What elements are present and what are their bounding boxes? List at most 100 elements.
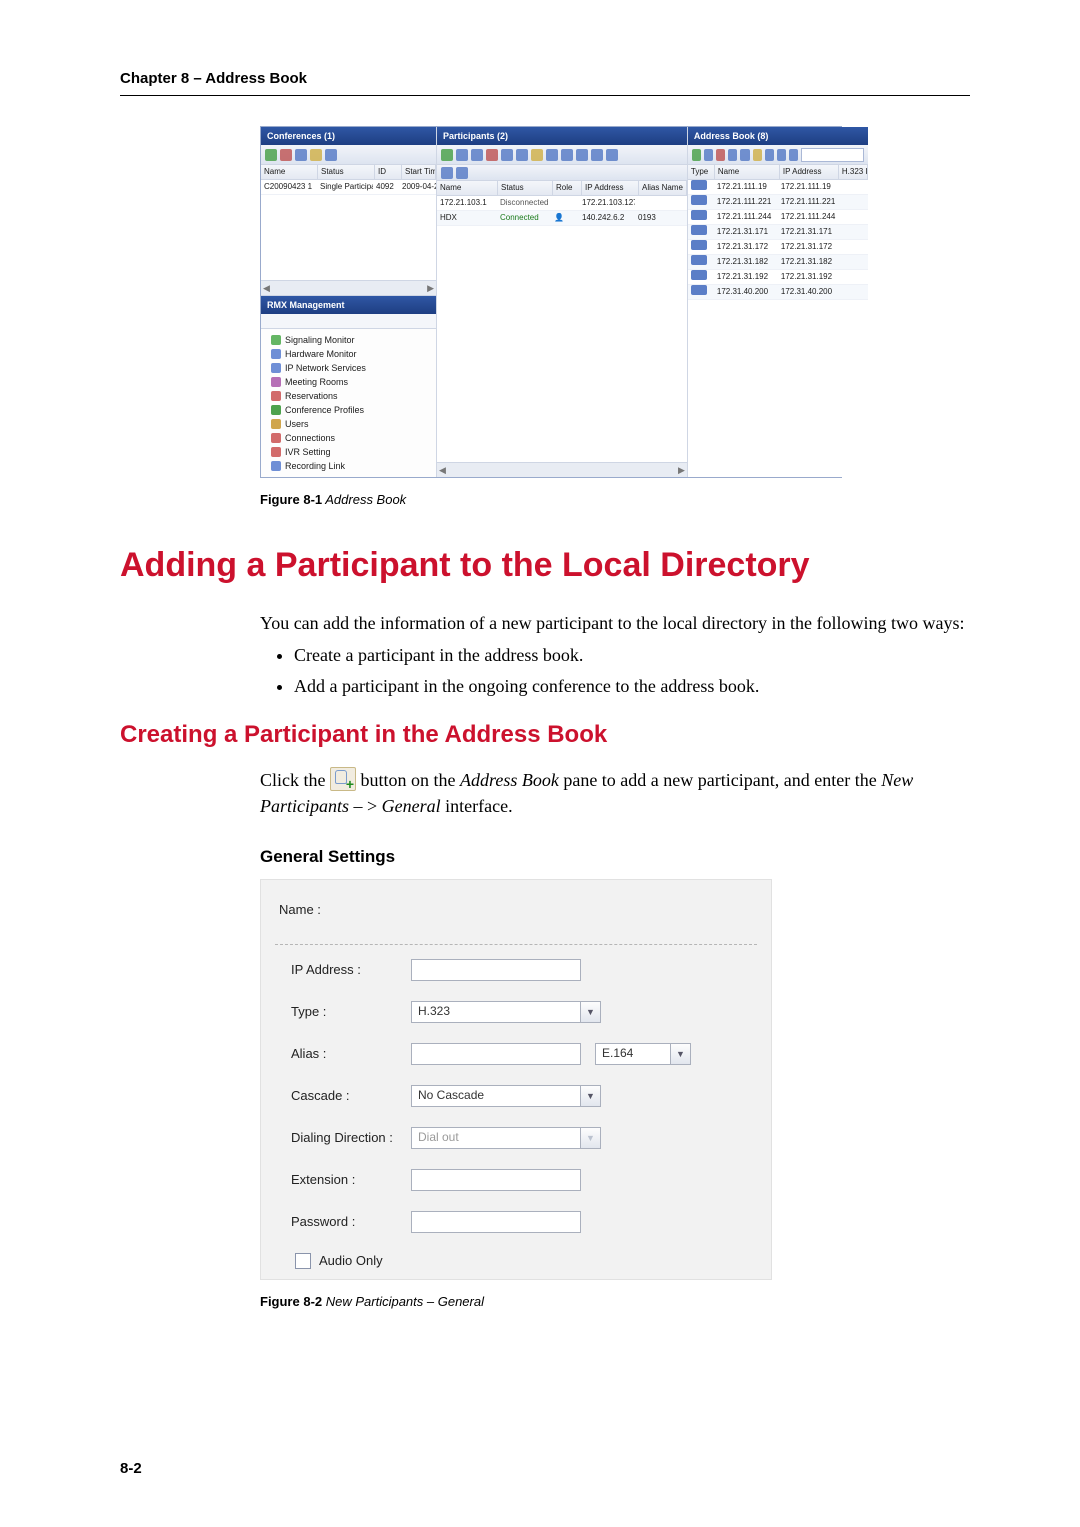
chevron-down-icon[interactable]: ▼	[581, 1085, 601, 1107]
toolbar-icon[interactable]	[728, 149, 737, 161]
participants-body: 172.21.103.1Disconnected172.21.103.127HD…	[437, 196, 687, 462]
form-row-ip: IP Address :	[261, 949, 771, 991]
rmx-item[interactable]: Conference Profiles	[263, 403, 434, 417]
toolbar-icon[interactable]	[753, 149, 762, 161]
participants-pane-header: Participants (2)	[437, 127, 687, 145]
rmx-item-label: Connections	[285, 431, 335, 446]
rmx-item-icon	[271, 419, 281, 429]
password-input[interactable]	[411, 1211, 581, 1233]
alias-label: Alias :	[291, 1046, 411, 1061]
toolbar-icon[interactable]	[531, 149, 543, 161]
participants-toolbar-2	[437, 165, 687, 181]
paragraph-creating: Click the button on the Address Book pan…	[260, 767, 970, 819]
toolbar-icon[interactable]	[501, 149, 513, 161]
toolbar-icon[interactable]	[441, 167, 453, 179]
alias-type-dropdown[interactable]: E.164 ▼	[595, 1043, 691, 1065]
toolbar-icon[interactable]	[704, 149, 713, 161]
address-book-row[interactable]: 172.21.111.244172.21.111.244	[688, 210, 868, 225]
cascade-label: Cascade :	[291, 1088, 411, 1103]
toolbar-icon[interactable]	[280, 149, 292, 161]
form-row-name: Name :	[261, 880, 771, 940]
rmx-item-icon	[271, 349, 281, 359]
rmx-item[interactable]: IVR Setting	[263, 445, 434, 459]
participants-toolbar	[437, 145, 687, 165]
toolbar-icon[interactable]	[591, 149, 603, 161]
chevron-down-icon[interactable]: ▼	[671, 1043, 691, 1065]
address-book-row[interactable]: 172.31.40.200172.31.40.200	[688, 285, 868, 300]
address-book-row[interactable]: 172.21.111.221172.21.111.221	[688, 195, 868, 210]
dialdir-label: Dialing Direction :	[291, 1130, 411, 1145]
toolbar-icon[interactable]	[561, 149, 573, 161]
toolbar-icon[interactable]	[716, 149, 725, 161]
rmx-item[interactable]: Users	[263, 417, 434, 431]
audio-only-checkbox[interactable]	[295, 1253, 311, 1269]
add-participant-icon[interactable]	[692, 149, 701, 161]
rmx-item-label: Hardware Monitor	[285, 347, 357, 362]
ip-input[interactable]	[411, 959, 581, 981]
participant-row[interactable]: HDXConnected👤140.242.6.20193	[437, 211, 687, 226]
rmx-item[interactable]: Connections	[263, 431, 434, 445]
chevron-down-icon[interactable]: ▼	[581, 1001, 601, 1023]
toolbar-icon[interactable]	[471, 149, 483, 161]
address-book-pane-header: Address Book (8)	[688, 127, 868, 145]
rmx-item-label: IVR Setting	[285, 445, 331, 460]
rmx-item[interactable]: Hardware Monitor	[263, 347, 434, 361]
toolbar-icon[interactable]	[546, 149, 558, 161]
address-book-row[interactable]: 172.21.31.171172.21.31.171	[688, 225, 868, 240]
toolbar-icon[interactable]	[740, 149, 749, 161]
rmx-item-label: Conference Profiles	[285, 403, 364, 418]
participant-row[interactable]: 172.21.103.1Disconnected172.21.103.127	[437, 196, 687, 211]
chapter-rule	[120, 95, 970, 96]
address-book-column-headers: Type Name IP Address H.323 ID/E.164	[688, 165, 868, 180]
bullets: Create a participant in the address book…	[260, 642, 970, 698]
address-book-row[interactable]: 172.21.31.182172.21.31.182	[688, 255, 868, 270]
toolbar-icon[interactable]	[516, 149, 528, 161]
toolbar-icon[interactable]	[777, 149, 786, 161]
toolbar-icon[interactable]	[576, 149, 588, 161]
toolbar-icon[interactable]	[486, 149, 498, 161]
type-dropdown[interactable]: H.323 ▼	[411, 1001, 601, 1023]
toolbar-icon[interactable]	[310, 149, 322, 161]
address-book-search[interactable]	[801, 148, 864, 162]
cascade-dropdown[interactable]: No Cascade ▼	[411, 1085, 601, 1107]
extension-label: Extension :	[291, 1172, 411, 1187]
form-row-password: Password :	[261, 1201, 771, 1243]
rmx-item[interactable]: Meeting Rooms	[263, 375, 434, 389]
name-input[interactable]	[337, 898, 753, 922]
form-row-type: Type : H.323 ▼	[261, 991, 771, 1033]
address-book-pane: Address Book (8) Type	[688, 127, 868, 477]
rmx-item-icon	[271, 391, 281, 401]
scrollbar[interactable]: ◀▶	[261, 280, 436, 295]
extension-input[interactable]	[411, 1169, 581, 1191]
address-book-row[interactable]: 172.21.111.19172.21.111.19	[688, 180, 868, 195]
rmx-item-icon	[271, 461, 281, 471]
conference-row[interactable]: C20090423 1 Single Participant 4092 2009…	[261, 180, 436, 195]
rmx-item-icon	[271, 363, 281, 373]
rmx-item[interactable]: IP Network Services	[263, 361, 434, 375]
rmx-item[interactable]: Recording Link	[263, 459, 434, 473]
toolbar-icon[interactable]	[456, 167, 468, 179]
page: Chapter 8 – Address Book Conferences (1)	[0, 0, 1080, 1527]
intro-paragraph: You can add the information of a new par…	[260, 610, 970, 698]
toolbar-icon[interactable]	[265, 149, 277, 161]
conferences-pane-header: Conferences (1)	[261, 127, 436, 145]
audio-only-label: Audio Only	[319, 1253, 383, 1268]
alias-input[interactable]	[411, 1043, 581, 1065]
address-book-row[interactable]: 172.21.31.172172.21.31.172	[688, 240, 868, 255]
scrollbar[interactable]: ◀▶	[437, 462, 687, 477]
rmx-pane: RMX Management Signaling MonitorHardware…	[261, 295, 436, 477]
rmx-item-label: Users	[285, 417, 309, 432]
left-column: Conferences (1) Name Status ID Start Tim…	[261, 127, 437, 477]
toolbar-icon[interactable]	[325, 149, 337, 161]
rmx-item[interactable]: Signaling Monitor	[263, 333, 434, 347]
toolbar-icon[interactable]	[295, 149, 307, 161]
toolbar-icon[interactable]	[606, 149, 618, 161]
toolbar-icon[interactable]	[456, 149, 468, 161]
toolbar-icon[interactable]	[789, 149, 798, 161]
toolbar-icon[interactable]	[765, 149, 774, 161]
rmx-item-icon	[271, 447, 281, 457]
rmx-item[interactable]: Reservations	[263, 389, 434, 403]
add-participant-icon	[330, 767, 356, 791]
add-participant-icon[interactable]	[441, 149, 453, 161]
address-book-row[interactable]: 172.21.31.192172.21.31.192	[688, 270, 868, 285]
